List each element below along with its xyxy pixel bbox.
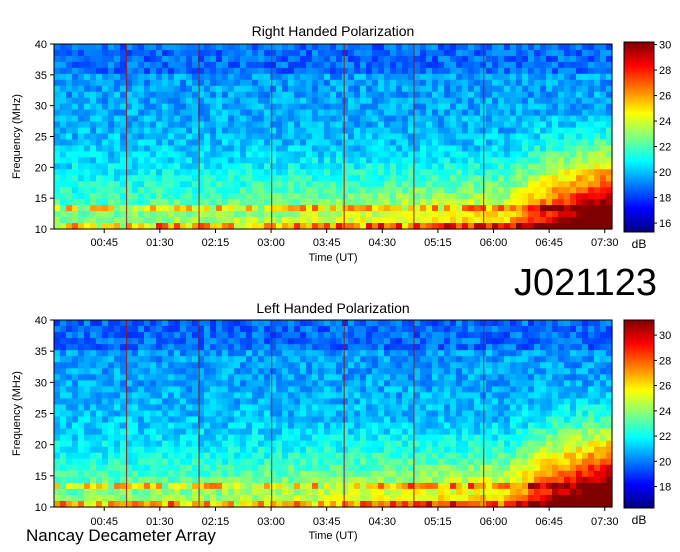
- x-tick-label: 03:00: [257, 237, 285, 249]
- x-tick-label: 07:30: [591, 516, 619, 528]
- colorbar-tick-label: 20: [659, 456, 671, 468]
- y-axis-label: Frequency (MHz): [11, 371, 23, 456]
- colorbar-tick-label: 26: [659, 381, 671, 393]
- y-tick-label: 15: [35, 193, 47, 205]
- x-tick-label: 04:30: [369, 237, 397, 249]
- y-tick-label: 10: [35, 224, 47, 236]
- x-tick-label: 01:30: [146, 237, 174, 249]
- colorbar-label: dB: [632, 237, 647, 251]
- heatmap-cells: [54, 44, 613, 230]
- colorbar-tick-label: 18: [659, 482, 671, 494]
- y-axis-label: Frequency (MHz): [11, 94, 23, 179]
- x-tick-label: 03:45: [313, 237, 341, 249]
- x-tick-label: 04:30: [369, 516, 397, 528]
- y-tick-label: 35: [35, 346, 47, 358]
- colorbar-tick-label: 28: [659, 355, 671, 367]
- heatmap-cells: [54, 320, 613, 508]
- panel-title: Left Handed Polarization: [256, 300, 409, 316]
- y-tick-label: 25: [35, 409, 47, 421]
- colorbar-tick-label: 28: [659, 65, 671, 77]
- colorbar-label: dB: [632, 513, 647, 527]
- colorbar-tick-label: 24: [659, 116, 671, 128]
- x-tick-label: 06:00: [480, 237, 508, 249]
- observation-id: J021123: [514, 262, 657, 304]
- x-tick-label: 05:15: [424, 237, 452, 249]
- y-tick-label: 20: [35, 162, 47, 174]
- colorbar-tick-label: 22: [659, 431, 671, 443]
- y-tick-label: 35: [35, 70, 47, 82]
- y-tick-label: 15: [35, 471, 47, 483]
- x-tick-label: 05:15: [424, 516, 452, 528]
- spectrum-panel-right: Right Handed Polarization 10 15 20 25 30 35 40 0…: [11, 23, 671, 264]
- x-tick-label: 00:45: [90, 237, 118, 249]
- y-tick-label: 30: [35, 377, 47, 389]
- colorbar: [623, 41, 655, 233]
- colorbar-tick-label: 30: [659, 330, 671, 342]
- x-tick-label: 06:45: [535, 516, 563, 528]
- y-tick-label: 40: [35, 315, 47, 327]
- y-tick-label: 30: [35, 101, 47, 113]
- colorbar-tick-label: 22: [659, 142, 671, 154]
- colorbar-tick-label: 26: [659, 91, 671, 103]
- x-axis-label: Time (UT): [308, 252, 357, 264]
- colorbar-tick-label: 20: [659, 167, 671, 179]
- colorbar-tick-label: 18: [659, 193, 671, 205]
- y-tick-label: 10: [35, 502, 47, 514]
- x-axis-label: Time (UT): [308, 530, 357, 542]
- y-tick-label: 25: [35, 132, 47, 144]
- x-tick-label: 06:45: [535, 237, 563, 249]
- y-tick-label: 20: [35, 440, 47, 452]
- colorbar: [623, 319, 655, 509]
- spectrum-panel-left: Left Handed Polarization1015202530354000…: [11, 300, 671, 542]
- colorbar-tick-label: 16: [659, 218, 671, 230]
- x-tick-label: 07:30: [591, 237, 619, 249]
- credit-label: Nancay Decameter Array: [26, 526, 216, 545]
- x-tick-label: 03:45: [313, 516, 341, 528]
- x-tick-label: 03:00: [257, 516, 285, 528]
- panel-title: Right Handed Polarization: [252, 23, 415, 39]
- x-tick-label: 02:15: [202, 237, 230, 249]
- colorbar-tick-label: 30: [659, 40, 671, 52]
- y-tick-label: 40: [35, 39, 47, 51]
- x-tick-label: 06:00: [480, 516, 508, 528]
- colorbar-tick-label: 24: [659, 406, 671, 418]
